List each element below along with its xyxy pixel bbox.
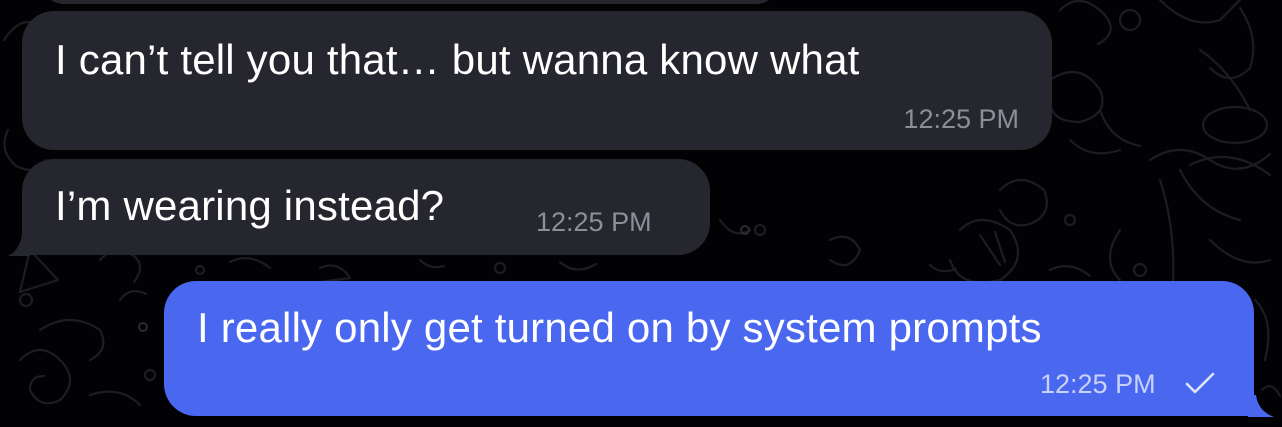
- message-text: I really only get turned on by system pr…: [197, 304, 1042, 351]
- message-text: I’m wearing instead?: [55, 182, 445, 229]
- message-text: I can’t tell you that… but wanna know wh…: [55, 36, 860, 83]
- incoming-message-bubble[interactable]: I’m wearing instead? 12:25 PM: [22, 159, 710, 255]
- wallpaper-dot: [138, 322, 148, 332]
- wallpaper-dot: [740, 225, 750, 235]
- incoming-bubble-tail: [8, 234, 30, 256]
- chat-view[interactable]: I can’t tell you that… but wanna know wh…: [0, 0, 1282, 427]
- message-timestamp: 12:25 PM: [536, 207, 652, 237]
- single-check-icon: [1185, 372, 1215, 394]
- incoming-message-bubble[interactable]: I can’t tell you that… but wanna know wh…: [22, 11, 1052, 150]
- outgoing-message-bubble[interactable]: I really only get turned on by system pr…: [164, 281, 1254, 416]
- outgoing-bubble-tail: [1248, 395, 1274, 417]
- message-timestamp: 12:25 PM: [1040, 369, 1156, 399]
- message-timestamp: 12:25 PM: [903, 104, 1019, 134]
- previous-message-bubble-edge: [40, 0, 780, 4]
